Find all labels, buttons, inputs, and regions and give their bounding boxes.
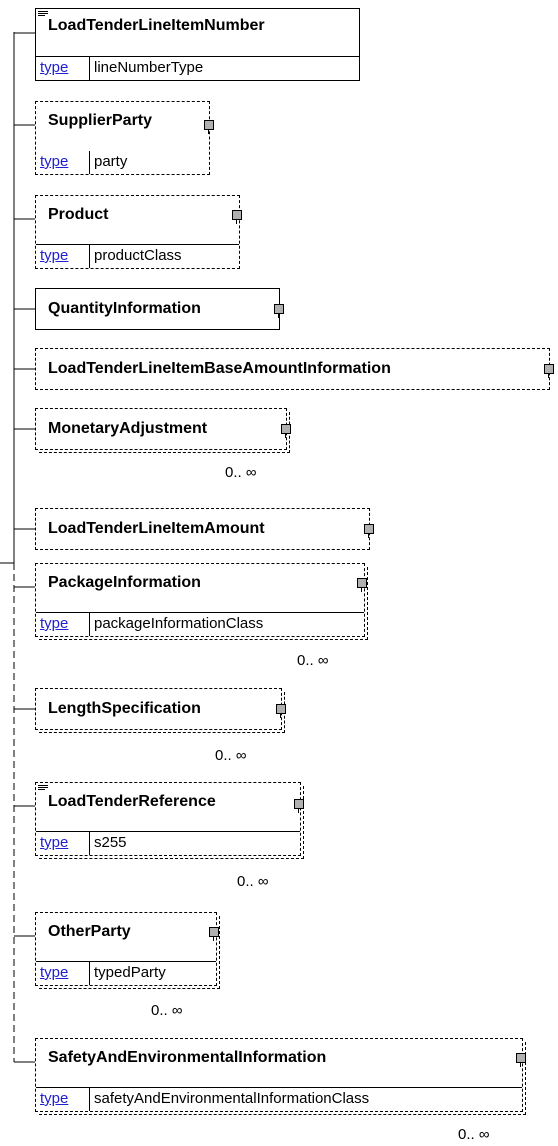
expand-icon[interactable] — [516, 1053, 526, 1067]
element-name: OtherParty — [48, 923, 131, 940]
expand-icon[interactable] — [544, 364, 554, 378]
type-link[interactable]: type — [36, 613, 90, 636]
element-name: LengthSpecification — [48, 700, 201, 717]
element-name: LoadTenderLineItemAmount — [48, 520, 265, 537]
expand-icon[interactable] — [232, 210, 242, 224]
expand-icon[interactable] — [204, 120, 214, 134]
type-value: party — [94, 153, 128, 170]
type-value: packageInformationClass — [94, 615, 264, 632]
type-row: type lineNumberType — [36, 56, 359, 80]
type-row: type party — [36, 151, 209, 174]
element-otherparty[interactable]: OtherParty type typedParty — [35, 912, 220, 989]
cardinality-label: 0.. ∞ — [225, 464, 257, 481]
type-link[interactable]: type — [36, 245, 90, 268]
element-name: LoadTenderLineItemNumber — [48, 17, 265, 34]
cardinality-label: 0.. ∞ — [215, 747, 247, 764]
type-link[interactable]: type — [36, 832, 90, 855]
element-loadtenderlineitembaseamountinformation[interactable]: LoadTenderLineItemBaseAmountInformation — [35, 348, 554, 390]
type-value: s255 — [94, 834, 127, 851]
type-row: type s255 — [36, 831, 300, 855]
element-name: PackageInformation — [48, 574, 201, 591]
type-value: productClass — [94, 247, 182, 264]
element-loadtenderlineitemamount[interactable]: LoadTenderLineItemAmount — [35, 508, 374, 550]
element-monetaryadjustment[interactable]: MonetaryAdjustment — [35, 408, 291, 453]
element-name: LoadTenderReference — [48, 793, 216, 810]
type-row: type safetyAndEnvironmentalInformationCl… — [36, 1087, 522, 1111]
element-name: QuantityInformation — [48, 300, 201, 317]
expand-icon[interactable] — [274, 304, 284, 318]
expand-icon[interactable] — [209, 927, 219, 941]
cardinality-label: 0.. ∞ — [237, 873, 269, 890]
cardinality-label: 0.. ∞ — [297, 652, 329, 669]
element-loadtenderlineitemnumber[interactable]: LoadTenderLineItemNumber type lineNumber… — [35, 8, 360, 81]
element-name: SupplierParty — [48, 112, 153, 129]
expand-icon[interactable] — [294, 799, 304, 813]
type-link[interactable]: type — [36, 1088, 90, 1111]
element-safetyandenvironmentalinformation[interactable]: SafetyAndEnvironmentalInformation type s… — [35, 1038, 526, 1115]
type-row: type packageInformationClass — [36, 612, 364, 636]
type-row: type typedParty — [36, 961, 216, 985]
type-link[interactable]: type — [36, 57, 90, 80]
expand-icon[interactable] — [364, 524, 374, 538]
type-link[interactable]: type — [36, 151, 90, 174]
type-value: lineNumberType — [94, 59, 204, 76]
element-name: LoadTenderLineItemBaseAmountInformation — [48, 360, 391, 377]
element-name: MonetaryAdjustment — [48, 420, 208, 437]
element-name: Product — [48, 206, 109, 223]
type-value: safetyAndEnvironmentalInformationClass — [94, 1090, 370, 1107]
cardinality-label: 0.. ∞ — [458, 1126, 490, 1143]
type-link[interactable]: type — [36, 962, 90, 985]
type-value: typedParty — [94, 964, 166, 981]
cardinality-label: 0.. ∞ — [151, 1002, 183, 1019]
expand-icon[interactable] — [357, 578, 367, 592]
expand-icon[interactable] — [281, 424, 291, 438]
type-row: type productClass — [36, 244, 239, 268]
element-loadtenderreference[interactable]: LoadTenderReference type s255 — [35, 782, 304, 859]
element-quantityinformation[interactable]: QuantityInformation — [35, 288, 284, 330]
element-supplierparty[interactable]: SupplierParty type party — [35, 101, 214, 175]
element-packageinformation[interactable]: PackageInformation type packageInformati… — [35, 563, 368, 640]
element-name: SafetyAndEnvironmentalInformation — [48, 1049, 327, 1066]
element-lengthspecification[interactable]: LengthSpecification — [35, 688, 286, 733]
element-product[interactable]: Product type productClass — [35, 195, 242, 269]
expand-icon[interactable] — [276, 704, 286, 718]
